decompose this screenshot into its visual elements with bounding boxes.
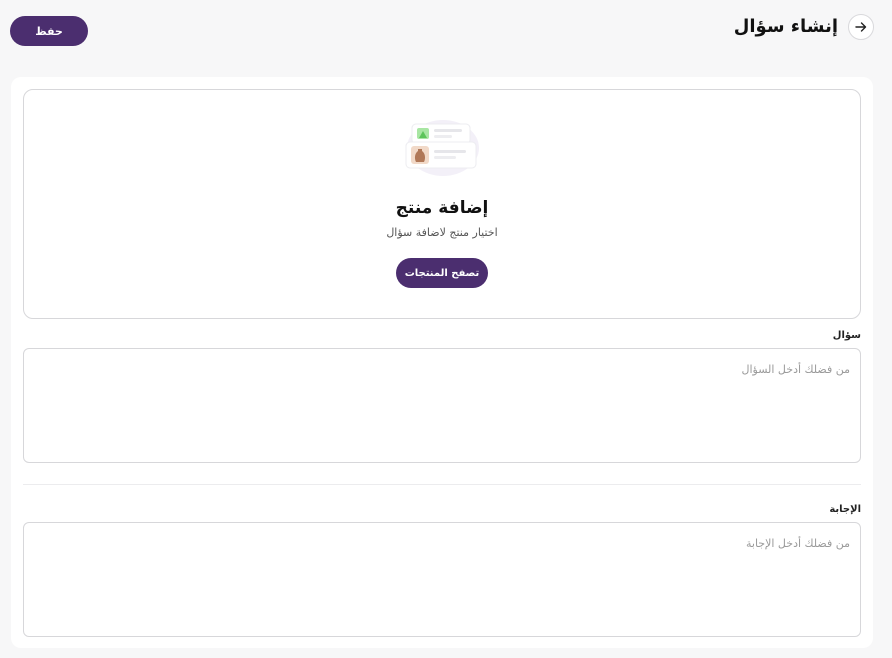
- back-button[interactable]: [848, 14, 874, 40]
- question-textarea[interactable]: [23, 348, 861, 463]
- product-cards-illustration-icon: [405, 120, 479, 176]
- answer-label: الإجابة: [829, 504, 861, 515]
- browse-products-button[interactable]: تصفح المنتجات: [396, 258, 488, 288]
- section-divider: [23, 484, 861, 485]
- save-button[interactable]: حفظ: [10, 16, 88, 46]
- form-card: إضافة منتج اختيار منتج لاضافة سؤال تصفح …: [11, 77, 873, 648]
- title-group: إنشاء سؤال: [734, 14, 874, 40]
- create-question-page: إنشاء سؤال حفظ إضافة منتج اختيار منتج لا…: [0, 0, 892, 658]
- answer-textarea[interactable]: [23, 522, 861, 637]
- page-title: إنشاء سؤال: [733, 16, 838, 37]
- add-product-subtitle: اختيار منتج لاضافة سؤال: [386, 226, 498, 239]
- page-header: إنشاء سؤال حفظ: [0, 0, 892, 62]
- add-product-box: إضافة منتج اختيار منتج لاضافة سؤال تصفح …: [23, 89, 861, 319]
- add-product-title: إضافة منتج: [395, 198, 489, 218]
- arrow-right-icon: [855, 22, 867, 32]
- question-label: سؤال: [832, 330, 861, 341]
